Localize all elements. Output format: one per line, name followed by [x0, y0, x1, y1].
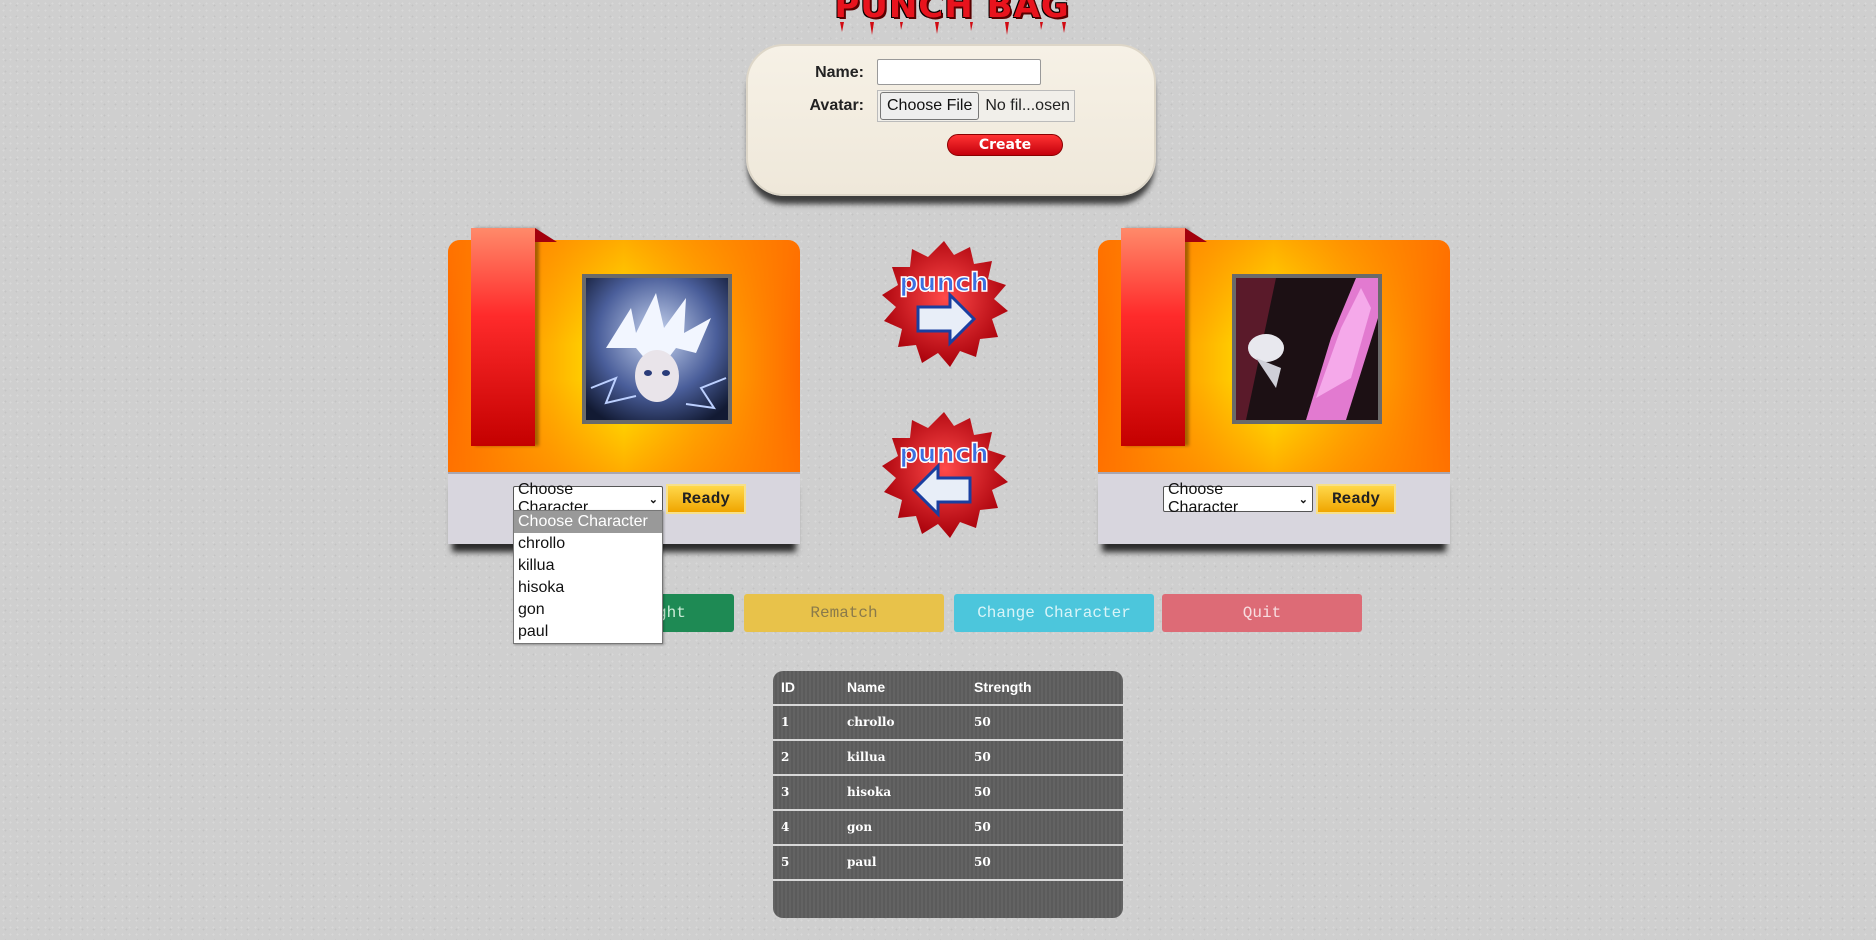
cell-strength: 50	[974, 855, 991, 869]
player2-select-value: Choose Character	[1168, 481, 1239, 516]
table-row: 1 chrollo 50	[773, 706, 1123, 741]
file-status-text: No fil...osen	[985, 97, 1070, 114]
chevron-down-icon: ⌄	[1298, 494, 1308, 506]
player2-avatar-image	[1236, 278, 1378, 420]
dropdown-option[interactable]: paul	[514, 621, 662, 643]
cell-id: 3	[781, 785, 790, 799]
cell-strength: 50	[974, 715, 991, 729]
cell-strength: 50	[974, 750, 991, 764]
player1-ready-button[interactable]: Ready	[666, 484, 746, 514]
player1-ribbon	[471, 228, 535, 446]
player2-avatar	[1232, 274, 1382, 424]
player1-character-dropdown: Choose Character chrollo killua hisoka g…	[513, 510, 663, 644]
player1-avatar-image	[586, 278, 728, 420]
quit-button[interactable]: Quit	[1162, 594, 1362, 632]
table-row: 2 killua 50	[773, 741, 1123, 776]
table-row: 5 paul 50	[773, 846, 1123, 881]
header-strength: Strength	[974, 679, 1032, 695]
cell-id: 4	[781, 820, 790, 834]
table-row: 3 hisoka 50	[773, 776, 1123, 811]
header-name: Name	[847, 679, 886, 695]
cell-name: gon	[847, 820, 873, 834]
player1-avatar	[582, 274, 732, 424]
cell-name: killua	[847, 750, 886, 764]
player2-character-select[interactable]: Choose Character ⌄	[1163, 481, 1313, 516]
header-id: ID	[781, 679, 795, 695]
dropdown-option[interactable]: Choose Character	[514, 511, 662, 533]
name-input[interactable]	[877, 59, 1041, 85]
player2-ribbon	[1121, 228, 1185, 446]
cell-strength: 50	[974, 820, 991, 834]
cell-id: 5	[781, 855, 790, 869]
table-row: 4 gon 50	[773, 811, 1123, 846]
cell-name: hisoka	[847, 785, 892, 799]
player2-controls: Choose Character ⌄ Ready	[1098, 472, 1450, 544]
logo-drips-icon	[840, 22, 1066, 35]
rematch-button[interactable]: Rematch	[744, 594, 944, 632]
cell-id: 2	[781, 750, 790, 764]
change-character-button[interactable]: Change Character	[954, 594, 1154, 632]
dropdown-option[interactable]: chrollo	[514, 533, 662, 555]
punch-right-text: punch	[899, 268, 989, 298]
punch-left-button[interactable]: punch	[878, 410, 1010, 542]
chevron-down-icon: ⌄	[648, 494, 658, 506]
cell-name: chrollo	[847, 715, 895, 729]
player1-card: Choose Character ⌄ Ready	[448, 228, 800, 558]
dropdown-option[interactable]: killua	[514, 555, 662, 577]
table-header-row: ID Name Strength	[773, 671, 1123, 706]
cell-name: paul	[847, 855, 877, 869]
characters-table: ID Name Strength 1 chrollo 50 2 killua 5…	[773, 671, 1123, 918]
name-label: Name:	[815, 64, 864, 81]
punch-left-text: punch	[899, 439, 989, 469]
dropdown-option[interactable]: hisoka	[514, 577, 662, 599]
avatar-label: Avatar:	[809, 97, 864, 114]
avatar-file-input[interactable]: Choose File No fil...osen	[877, 90, 1075, 122]
player1-character-select[interactable]: Choose Character ⌄	[513, 481, 663, 516]
create-button[interactable]: Create	[947, 134, 1063, 156]
player2-ready-button[interactable]: Ready	[1316, 484, 1396, 514]
punch-right-button[interactable]: punch	[878, 239, 1010, 371]
cell-id: 1	[781, 715, 790, 729]
player2-card: Choose Character ⌄ Ready	[1098, 228, 1450, 558]
choose-file-button[interactable]: Choose File	[880, 92, 980, 120]
dropdown-option[interactable]: gon	[514, 599, 662, 621]
cell-strength: 50	[974, 785, 991, 799]
